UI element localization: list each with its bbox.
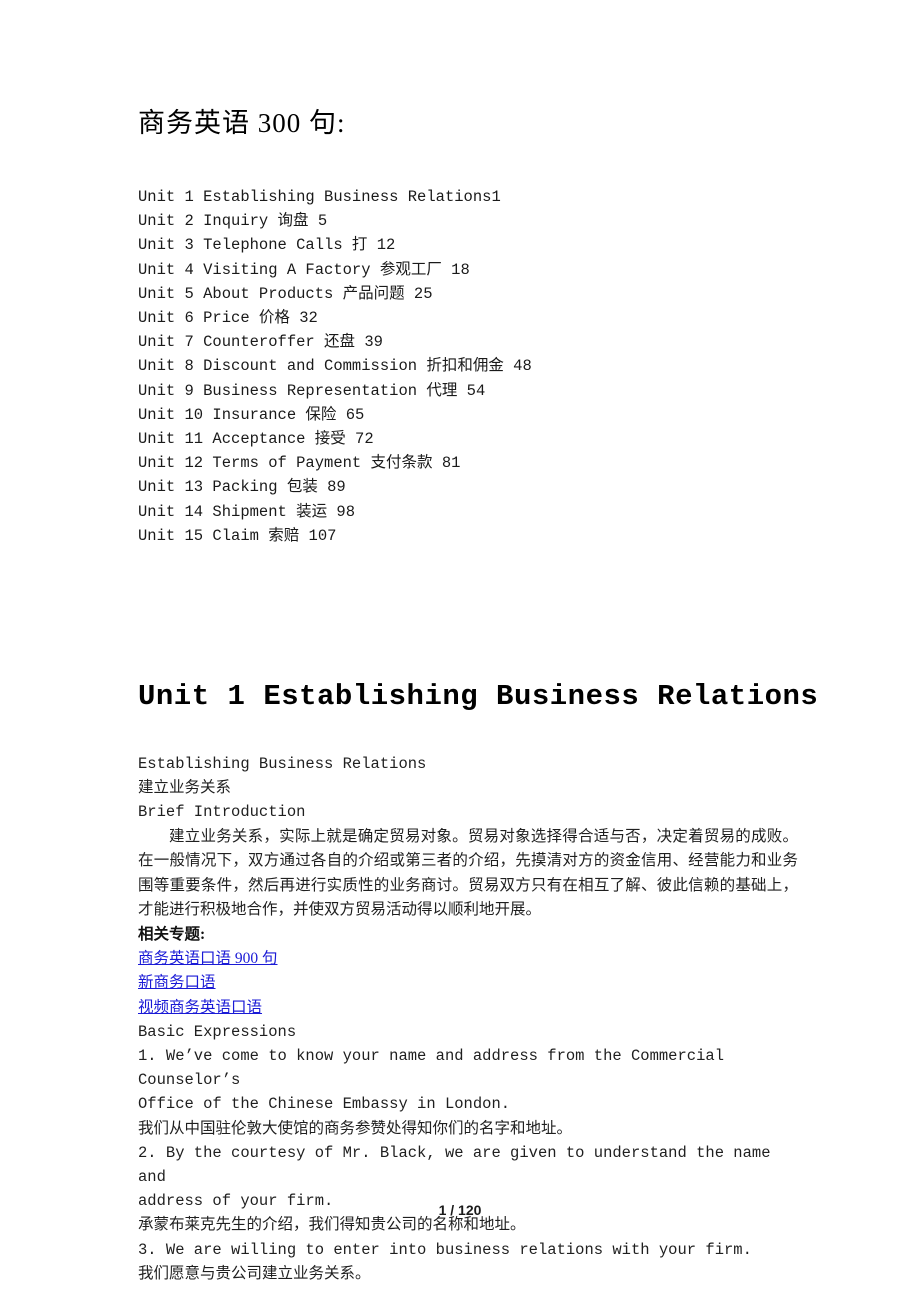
toc-entry[interactable]: Unit 6 Price 价格 32 [138, 306, 838, 330]
page-number: 1 / 120 [438, 1202, 482, 1218]
brief-introduction-label: Brief Introduction [138, 803, 306, 822]
toc-entry[interactable]: Unit 12 Terms of Payment 支付条款 81 [138, 451, 838, 475]
unit-subtitle-en: Establishing Business Relations [138, 755, 427, 773]
related-topics-label: 相关专题: [138, 925, 206, 943]
toc-entry[interactable]: Unit 9 Business Representation 代理 54 [138, 379, 838, 403]
toc-entry[interactable]: Unit 1 Establishing Business Relations1 [138, 185, 838, 209]
toc-entry[interactable]: Unit 13 Packing 包装 89 [138, 475, 838, 499]
toc-entry[interactable]: Unit 4 Visiting A Factory 参观工厂 18 [138, 258, 838, 282]
toc-entry[interactable]: Unit 11 Acceptance 接受 72 [138, 427, 838, 451]
related-link-new-business-spoken[interactable]: 新商务口语 [138, 971, 216, 995]
toc-entry[interactable]: Unit 5 About Products 产品问题 25 [138, 282, 838, 306]
document-title: 商务英语 300 句: [138, 108, 346, 138]
toc-entry[interactable]: Unit 8 Discount and Commission 折扣和佣金 48 [138, 354, 838, 378]
toc-entry[interactable]: Unit 3 Telephone Calls 打 12 [138, 233, 838, 257]
toc-entry[interactable]: Unit 2 Inquiry 询盘 5 [138, 209, 838, 233]
expression-cn: 我们从中国驻伦敦大使馆的商务参赞处得知你们的名字和地址。 [138, 1119, 573, 1137]
toc-entry[interactable]: Unit 10 Insurance 保险 65 [138, 403, 838, 427]
unit-subtitle-cn: 建立业务关系 [138, 779, 232, 797]
basic-expressions-label: Basic Expressions [138, 1022, 297, 1041]
related-link-business-english-900[interactable]: 商务英语口语 900 句 [138, 947, 278, 971]
unit-heading: Unit 1 Establishing Business Relations [138, 680, 819, 713]
table-of-contents: Unit 1 Establishing Business Relations1 … [138, 185, 838, 548]
expression-en: 1. We’ve come to know your name and addr… [138, 1047, 724, 1114]
related-link-video-business-english[interactable]: 视频商务英语口语 [138, 996, 262, 1020]
toc-entry[interactable]: Unit 14 Shipment 装运 98 [138, 500, 838, 524]
expression-en: 3. We are willing to enter into business… [138, 1240, 752, 1259]
expression-cn: 我们愿意与贵公司建立业务关系。 [138, 1264, 371, 1282]
document-page: 商务英语 300 句: Unit 1 Establishing Business… [0, 0, 920, 1302]
brief-introduction-paragraph: 建立业务关系，实际上就是确定贸易对象。贸易对象选择得合适与否，决定着贸易的成败。… [138, 827, 798, 919]
page-footer: 1 / 120 [0, 1202, 920, 1220]
toc-entry[interactable]: Unit 7 Counteroffer 还盘 39 [138, 330, 838, 354]
toc-entry[interactable]: Unit 15 Claim 索赔 107 [138, 524, 838, 548]
